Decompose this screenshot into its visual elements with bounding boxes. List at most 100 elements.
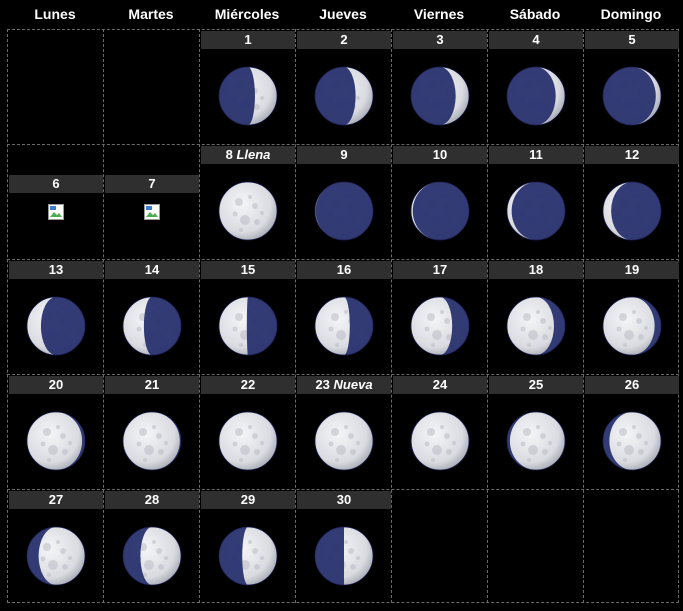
- phase-label: Nueva: [333, 377, 373, 392]
- grid-column-divider: [103, 29, 104, 603]
- day-number: 14: [105, 261, 199, 279]
- weekday-5: Sábado: [509, 6, 561, 22]
- phase-label: Llena: [236, 147, 271, 162]
- moon-phase-icon: [314, 296, 374, 356]
- day-number: 18: [489, 261, 583, 279]
- moon-phase-icon: [602, 181, 662, 241]
- weekday-3: Jueves: [319, 6, 367, 22]
- day-number-label: 11: [529, 147, 543, 162]
- day-number: 9: [297, 146, 391, 164]
- day-cell: 18: [488, 260, 584, 375]
- moon-phase-icon: [26, 296, 86, 356]
- moon-image: [217, 525, 279, 587]
- day-cell: 25: [488, 375, 584, 490]
- weekday-2: Miércoles: [214, 6, 280, 22]
- moon-phase-icon: [26, 411, 86, 471]
- day-cell: 4: [488, 30, 584, 145]
- weekday-1: Martes: [128, 6, 174, 22]
- moon-image: [313, 180, 375, 242]
- moon-phase-icon: [218, 411, 278, 471]
- moon-phase-icon: [506, 181, 566, 241]
- moon-phase-icon: [218, 296, 278, 356]
- moon-image: [217, 410, 279, 472]
- grid-column-divider: [199, 29, 200, 603]
- day-cell: 19: [584, 260, 680, 375]
- moon-image: [409, 295, 471, 357]
- moon-phase-icon: [218, 526, 278, 586]
- grid-row-divider: [7, 489, 679, 490]
- moon-image: [601, 410, 663, 472]
- day-number-label: 14: [144, 262, 160, 277]
- moon-phase-icon: [506, 296, 566, 356]
- day-number: 29: [201, 491, 295, 509]
- day-cell: 20: [8, 375, 104, 490]
- moon-image: [217, 295, 279, 357]
- grid-row-divider: [7, 374, 679, 375]
- day-number-label: 9: [340, 147, 348, 162]
- moon-phase-icon: [602, 296, 662, 356]
- day-cell: 29: [200, 490, 296, 605]
- moon-image: [121, 525, 183, 587]
- day-number: 17: [393, 261, 487, 279]
- day-cell: 8 Llena: [200, 145, 296, 260]
- day-number-label: 12: [624, 147, 640, 162]
- day-cell: 9: [296, 145, 392, 260]
- weekday-0: Lunes: [34, 6, 76, 22]
- moon-image: [409, 65, 471, 127]
- day-number-label: 3: [436, 32, 444, 47]
- day-number-label: 18: [528, 262, 544, 277]
- moon-image: [217, 65, 279, 127]
- day-number: 1: [201, 31, 295, 49]
- calendar-grid: 12345678 Llena 9 10 11 12 13 14 15 16 17 18 19 20 21 2…: [7, 29, 679, 603]
- moon-image: [409, 180, 471, 242]
- day-number: 7: [105, 175, 199, 193]
- day-number-label: 27: [48, 492, 64, 507]
- day-number-label: 13: [48, 262, 64, 277]
- day-number: 22: [201, 376, 295, 394]
- moon-image: [313, 295, 375, 357]
- day-number: 13: [9, 261, 103, 279]
- day-number-label: 28: [144, 492, 160, 507]
- day-number: 26: [585, 376, 679, 394]
- day-cell: 15: [200, 260, 296, 375]
- moon-phase-icon: [410, 66, 470, 126]
- day-cell: 10: [392, 145, 488, 260]
- day-number-label: 21: [144, 377, 160, 392]
- day-number-label: 22: [240, 377, 256, 392]
- day-number: 19: [585, 261, 679, 279]
- day-cell: 17: [392, 260, 488, 375]
- day-number: 11: [489, 146, 583, 164]
- moon-phase-icon: [218, 66, 278, 126]
- day-number-label: 23: [315, 377, 330, 392]
- day-number: 3: [393, 31, 487, 49]
- moon-image: [505, 180, 567, 242]
- moon-phase-icon: [218, 181, 278, 241]
- day-cell: 24: [392, 375, 488, 490]
- moon-phase-icon: [314, 526, 374, 586]
- day-number: 25: [489, 376, 583, 394]
- day-number-label: 16: [336, 262, 352, 277]
- moon-phase-icon: [314, 66, 374, 126]
- moon-image: [601, 65, 663, 127]
- day-number-label: 4: [532, 32, 540, 47]
- moon-image: [313, 65, 375, 127]
- moon-phase-icon: [122, 411, 182, 471]
- weekday-4: Viernes: [413, 6, 465, 22]
- day-number: 28: [105, 491, 199, 509]
- moon-image: [601, 295, 663, 357]
- day-number: 23 Nueva: [297, 376, 391, 394]
- day-cell: 12: [584, 145, 680, 260]
- day-number-label: 24: [432, 377, 448, 392]
- day-cell: 22: [200, 375, 296, 490]
- weekday-header: Lunes Martes Miércoles Jueves Viernes Sábado D…: [7, 0, 679, 29]
- grid-column-divider: [391, 29, 392, 603]
- moon-phase-icon: [122, 526, 182, 586]
- moon-image: [313, 410, 375, 472]
- moon-phase-icon: [506, 411, 566, 471]
- day-cell: 26: [584, 375, 680, 490]
- moon-image: [505, 295, 567, 357]
- day-number: 20: [9, 376, 103, 394]
- moon-phase-icon: [410, 296, 470, 356]
- day-cell: 3: [392, 30, 488, 145]
- day-number: 5: [585, 31, 679, 49]
